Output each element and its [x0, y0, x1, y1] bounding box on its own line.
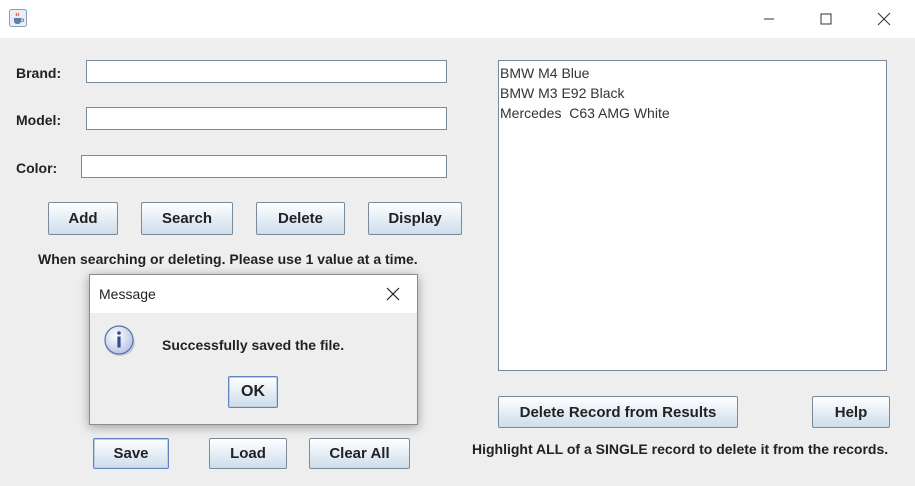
clear-all-button[interactable]: Clear All — [309, 438, 410, 469]
list-item[interactable]: BMW M4 Blue — [500, 63, 885, 83]
help-button[interactable]: Help — [812, 396, 890, 428]
close-icon — [877, 12, 891, 26]
brand-label: Brand: — [16, 65, 62, 81]
ok-button[interactable]: OK — [228, 376, 278, 408]
save-button[interactable]: Save — [93, 438, 169, 469]
main-window: Brand: Model: Color: Add Search Delete D… — [0, 0, 915, 486]
close-icon — [386, 287, 400, 301]
title-bar — [0, 0, 915, 38]
maximize-icon — [820, 13, 832, 25]
delete-button[interactable]: Delete — [256, 202, 345, 235]
list-item[interactable]: Mercedes C63 AMG White — [500, 103, 885, 123]
message-dialog: Message Successfully saved the file. OK — [89, 274, 418, 425]
close-window-button[interactable] — [855, 0, 913, 38]
java-cup-icon[interactable] — [9, 9, 27, 27]
minimize-icon — [764, 18, 774, 20]
display-button[interactable]: Display — [368, 202, 462, 235]
model-field[interactable] — [86, 107, 447, 130]
information-icon — [103, 324, 137, 358]
search-delete-hint: When searching or deleting. Please use 1… — [38, 251, 418, 267]
minimize-button[interactable] — [740, 0, 798, 38]
color-field[interactable] — [81, 155, 447, 178]
model-label: Model: — [16, 112, 62, 128]
add-button[interactable]: Add — [48, 202, 118, 235]
search-button[interactable]: Search — [141, 202, 233, 235]
dialog-message: Successfully saved the file. — [162, 337, 345, 353]
dialog-title-bar: Message — [90, 275, 417, 313]
color-label: Color: — [16, 160, 58, 176]
brand-field[interactable] — [86, 60, 447, 83]
maximize-button[interactable] — [797, 0, 855, 38]
highlight-hint: Highlight ALL of a SINGLE record to dele… — [472, 441, 889, 457]
dialog-title: Message — [99, 286, 156, 302]
delete-record-button[interactable]: Delete Record from Results — [498, 396, 738, 428]
list-item[interactable]: BMW M3 E92 Black — [500, 83, 885, 103]
load-button[interactable]: Load — [209, 438, 287, 469]
results-list[interactable]: BMW M4 Blue BMW M3 E92 Black Mercedes C6… — [498, 60, 887, 371]
dialog-close-button[interactable] — [382, 283, 404, 305]
